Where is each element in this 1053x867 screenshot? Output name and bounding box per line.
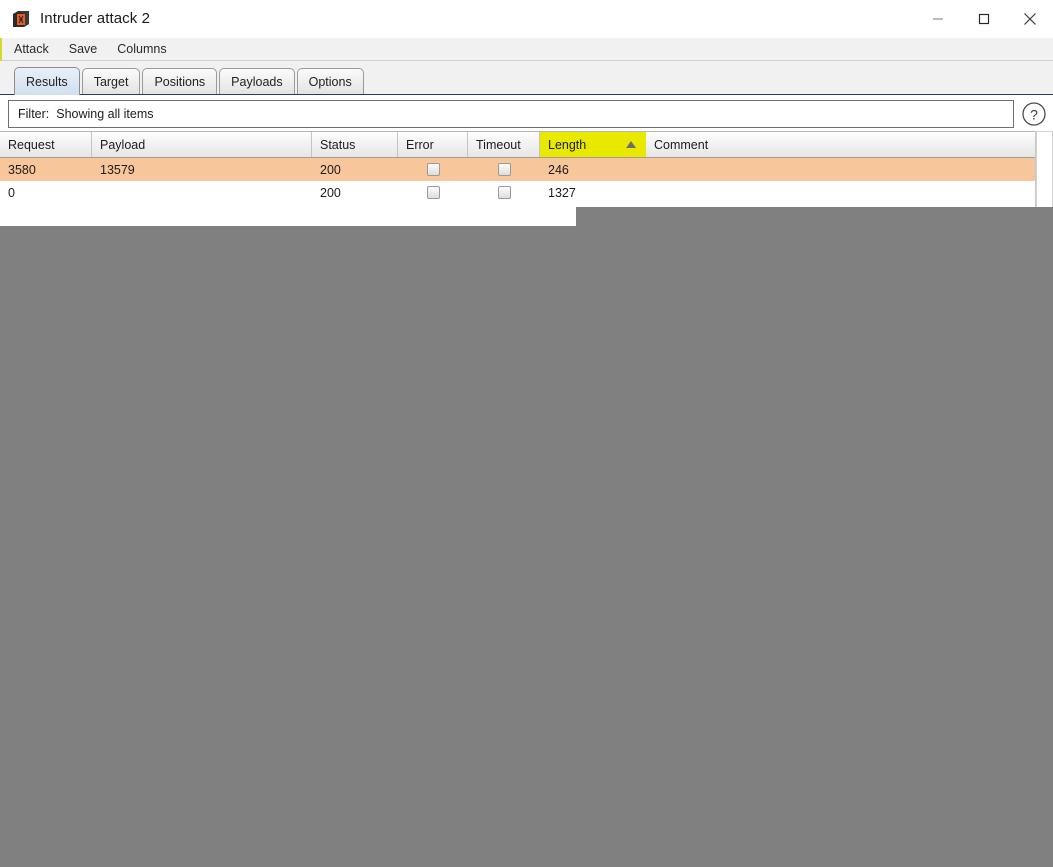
- filter-bar[interactable]: Filter: Showing all items: [8, 100, 1014, 128]
- cell-timeout: [468, 181, 540, 204]
- column-header-request[interactable]: Request: [0, 132, 92, 157]
- error-checkbox[interactable]: [426, 186, 440, 199]
- error-checkbox[interactable]: [426, 163, 440, 176]
- filter-value: Showing all items: [56, 107, 154, 121]
- tab-payloads[interactable]: Payloads: [219, 68, 295, 95]
- cell-comment[interactable]: [646, 181, 846, 204]
- help-question-icon[interactable]: ?: [1021, 101, 1047, 127]
- menu-item-save[interactable]: Save: [67, 41, 100, 57]
- window-controls: [915, 0, 1053, 37]
- cell-length: 246: [548, 162, 569, 177]
- column-header-timeout[interactable]: Timeout: [468, 132, 540, 157]
- tab-positions[interactable]: Positions: [142, 68, 218, 95]
- cell-timeout: [468, 158, 540, 181]
- tab-options[interactable]: Options: [296, 68, 364, 95]
- svg-text:?: ?: [1030, 107, 1038, 123]
- maximize-button[interactable]: [961, 0, 1007, 37]
- cell-status: 200: [320, 162, 341, 177]
- cell-length: 1327: [548, 185, 576, 200]
- menu-bar: Attack Save Columns: [0, 38, 1053, 61]
- close-icon: [1024, 12, 1036, 25]
- title-bar: Intruder attack 2: [0, 0, 1053, 38]
- close-button[interactable]: [1007, 0, 1053, 37]
- menu-item-columns[interactable]: Columns: [115, 41, 168, 57]
- tab-strip: Results Target Positions Payloads Option…: [0, 61, 1053, 95]
- column-header-length-label: Length: [548, 137, 587, 152]
- column-header-length[interactable]: Length: [540, 132, 646, 157]
- tab-target[interactable]: Target: [81, 68, 141, 95]
- cell-error: [398, 181, 468, 204]
- minimize-button[interactable]: [915, 0, 961, 37]
- menu-item-attack[interactable]: Attack: [12, 41, 51, 57]
- timeout-checkbox[interactable]: [497, 163, 511, 176]
- cell-status: 200: [320, 185, 341, 200]
- timeout-checkbox[interactable]: [497, 186, 511, 199]
- occluder-right: [856, 207, 1053, 227]
- table-header-row: Request Payload Status Error Timeout Len…: [0, 131, 1053, 158]
- column-header-status[interactable]: Status: [312, 132, 398, 157]
- cell-payload: 13579: [100, 162, 135, 177]
- column-header-error[interactable]: Error: [398, 132, 468, 157]
- burp-suite-icon: [12, 10, 30, 28]
- window-title: Intruder attack 2: [40, 10, 151, 27]
- occluder-mid: [576, 207, 856, 227]
- sort-ascending-icon: [626, 141, 636, 148]
- maximize-icon: [978, 13, 990, 24]
- filter-label: Filter:: [18, 107, 50, 121]
- scrollbar-track[interactable]: [1036, 131, 1053, 209]
- cell-payload: [92, 181, 312, 204]
- column-header-payload[interactable]: Payload: [92, 132, 312, 157]
- minimize-icon: [933, 18, 943, 19]
- column-header-filler: [846, 132, 1053, 157]
- intruder-attack-window: Intruder attack 2 Attack Save Columns Re…: [0, 0, 1053, 226]
- occluder-bottom: [0, 226, 1053, 867]
- cell-request: 0: [8, 185, 15, 200]
- column-header-comment[interactable]: Comment: [646, 132, 846, 157]
- cell-error: [398, 158, 468, 181]
- filter-row: Filter: Showing all items ?: [0, 95, 1053, 131]
- cell-request: 3580: [8, 162, 36, 177]
- tab-results[interactable]: Results: [14, 67, 80, 95]
- cell-comment[interactable]: [646, 158, 846, 181]
- table-row[interactable]: 0 200 1327: [0, 181, 1053, 204]
- table-row[interactable]: 3580 13579 200 246: [0, 158, 1053, 181]
